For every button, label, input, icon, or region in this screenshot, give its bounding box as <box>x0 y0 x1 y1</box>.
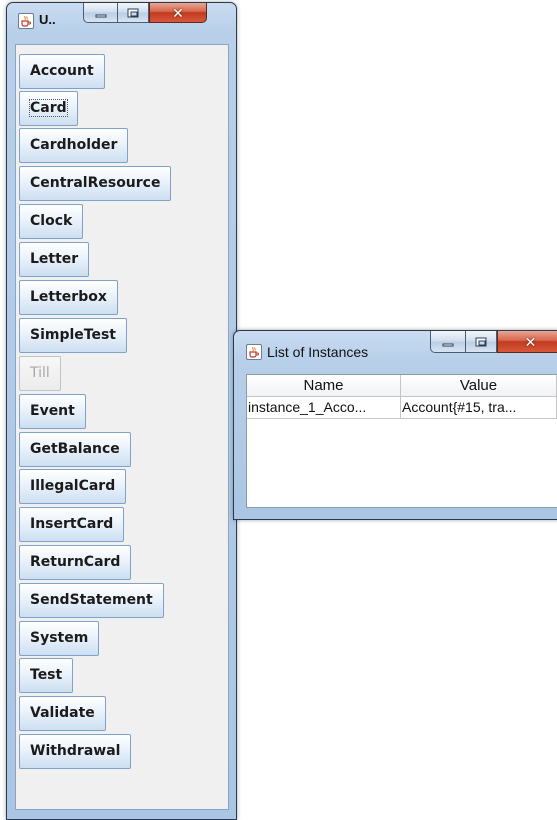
class-button-illegalcard[interactable]: IllegalCard <box>19 469 127 504</box>
column-header-name[interactable]: Name <box>247 375 401 397</box>
class-button-withdrawal[interactable]: Withdrawal <box>19 734 132 769</box>
class-button-centralresource[interactable]: CentralResource <box>19 166 172 201</box>
class-button-validate[interactable]: Validate <box>19 696 106 731</box>
class-button-test[interactable]: Test <box>19 658 74 693</box>
button-label: ReturnCard <box>30 554 121 570</box>
button-label: Letter <box>30 251 79 267</box>
close-icon: ✕ <box>524 333 537 350</box>
button-label: Test <box>30 667 63 683</box>
class-button-card[interactable]: Card <box>19 91 78 126</box>
table-cell-value[interactable]: Account{#15, tra... <box>401 397 557 419</box>
instances-title-bar[interactable]: List of Instances ✕ <box>234 331 557 367</box>
maximize-icon <box>127 8 139 17</box>
close-icon: ✕ <box>172 4 184 21</box>
main-window: U.. ✕ Account Card Cardholder CentralResour… <box>6 2 237 820</box>
button-label: Event <box>30 403 75 419</box>
button-label: GetBalance <box>30 441 120 457</box>
class-button-event[interactable]: Event <box>19 394 86 429</box>
class-button-getbalance[interactable]: GetBalance <box>19 432 131 467</box>
maximize-button[interactable] <box>117 3 149 23</box>
button-label: Clock <box>30 213 73 229</box>
class-button-clock[interactable]: Clock <box>19 204 84 239</box>
instances-window-title: List of Instances <box>267 344 369 360</box>
column-header-value[interactable]: Value <box>401 375 557 397</box>
class-button-system[interactable]: System <box>19 621 100 656</box>
button-label: InsertCard <box>30 516 114 532</box>
class-button-letter[interactable]: Letter <box>19 242 90 277</box>
button-label: Card <box>29 99 68 117</box>
button-label: Letterbox <box>30 289 107 305</box>
close-button[interactable]: ✕ <box>149 3 207 23</box>
button-panel: Account Card Cardholder CentralResource Cloc… <box>15 44 229 810</box>
button-label: SimpleTest <box>30 327 116 343</box>
maximize-button[interactable] <box>465 331 497 353</box>
class-button-till: Till <box>19 356 61 391</box>
button-label: System <box>30 630 89 646</box>
button-label: SendStatement <box>30 592 153 608</box>
minimize-button[interactable] <box>430 331 466 353</box>
button-label: Cardholder <box>30 137 118 153</box>
java-cup-icon[interactable] <box>246 344 262 360</box>
main-window-title: U.. <box>39 12 56 27</box>
maximize-icon <box>475 337 487 346</box>
button-label: Account <box>30 63 94 79</box>
instances-window: List of Instances ✕ Name Value instance_… <box>233 330 557 520</box>
java-cup-icon[interactable] <box>18 13 34 29</box>
class-button-insertcard[interactable]: InsertCard <box>19 507 125 542</box>
button-label: Validate <box>30 705 95 721</box>
button-label: Withdrawal <box>30 743 121 759</box>
instances-table[interactable]: Name Value instance_1_Acco... Account{#1… <box>246 374 557 508</box>
button-label: IllegalCard <box>30 478 116 494</box>
class-button-cardholder[interactable]: Cardholder <box>19 128 129 163</box>
close-button[interactable]: ✕ <box>497 331 557 353</box>
button-label: CentralResource <box>30 175 161 191</box>
minimize-button[interactable] <box>83 3 118 23</box>
class-button-account[interactable]: Account <box>19 54 105 89</box>
minimize-icon <box>95 14 106 17</box>
class-button-sendstatement[interactable]: SendStatement <box>19 583 164 618</box>
class-button-returncard[interactable]: ReturnCard <box>19 545 132 580</box>
class-button-simpletest[interactable]: SimpleTest <box>19 318 127 353</box>
table-cell-name[interactable]: instance_1_Acco... <box>247 397 401 419</box>
minimize-icon <box>442 343 454 346</box>
button-label: Till <box>30 365 50 381</box>
main-title-bar[interactable]: U.. ✕ <box>7 3 236 39</box>
class-button-letterbox[interactable]: Letterbox <box>19 280 118 315</box>
